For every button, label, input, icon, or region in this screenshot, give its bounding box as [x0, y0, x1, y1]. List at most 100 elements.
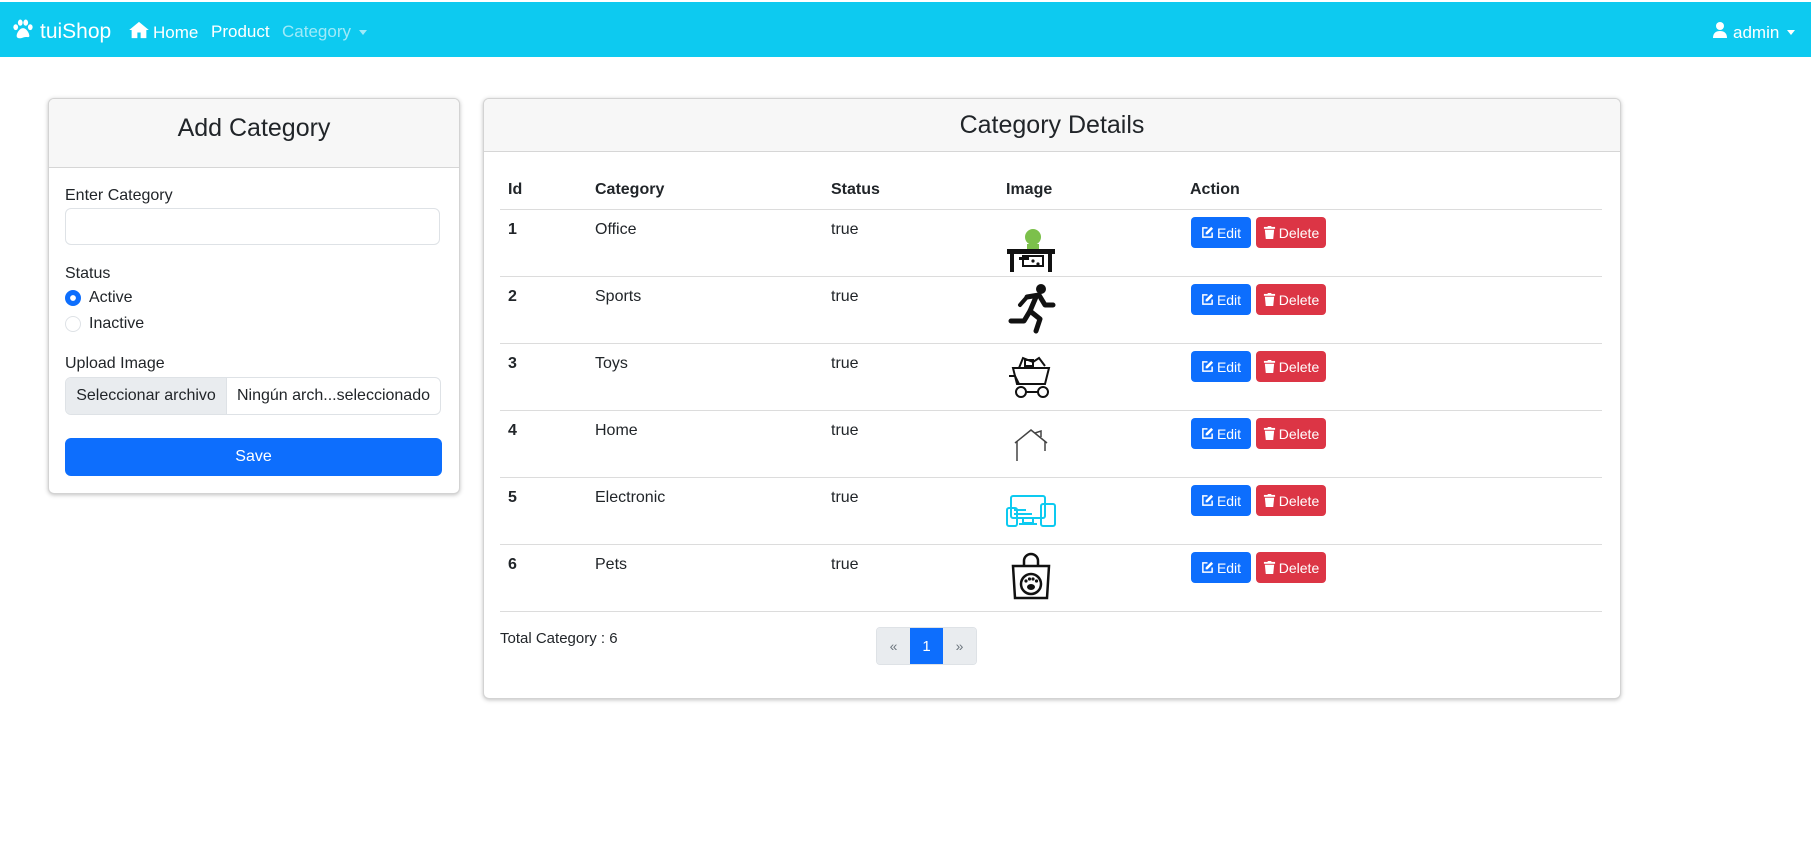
status-active-radio[interactable]: Active [65, 289, 133, 307]
delete-button[interactable]: Delete [1256, 284, 1326, 315]
row-id: 3 [508, 355, 517, 372]
status-inactive-label: Inactive [89, 315, 145, 332]
save-button[interactable]: Save [65, 438, 442, 476]
trash-icon [1263, 360, 1275, 373]
row-category: Office [595, 221, 637, 238]
column-header-image: Image [1006, 181, 1053, 198]
add-category-card: Add Category Enter Category Status Activ… [48, 98, 460, 494]
row-category: Pets [595, 556, 628, 573]
edit-label: Edit [1216, 291, 1242, 308]
row-id: 6 [508, 556, 517, 573]
edit-icon [1202, 427, 1214, 439]
row-divider [500, 343, 1602, 344]
brand-link[interactable]: tuiShop [12, 19, 111, 45]
image-file-input[interactable]: Seleccionar archivo Ningún arch...selecc… [65, 377, 441, 415]
running-person-icon [1005, 282, 1057, 334]
column-header-action: Action [1190, 181, 1240, 198]
edit-icon [1202, 494, 1214, 506]
delete-label: Delete [1278, 559, 1320, 576]
row-divider [500, 544, 1602, 545]
edit-button[interactable]: Edit [1191, 485, 1251, 516]
total-category-count: Total Category : 6 [500, 630, 618, 647]
category-details-title: Category Details [484, 99, 1620, 152]
pagination-prev[interactable]: « [877, 628, 910, 664]
column-header-category: Category [595, 181, 665, 198]
column-header-status: Status [831, 181, 880, 198]
category-label: Enter Category [65, 187, 173, 204]
edit-icon [1202, 293, 1214, 305]
brand-label: tuiShop [40, 20, 112, 43]
row-divider [500, 276, 1602, 277]
row-category: Electronic [595, 489, 666, 506]
office-desk-icon [1005, 227, 1057, 279]
pet-bag-icon [1005, 550, 1057, 602]
paw-icon [12, 19, 40, 45]
category-input[interactable] [65, 208, 440, 245]
row-category: Sports [595, 288, 642, 305]
trash-icon [1263, 293, 1275, 306]
user-label: admin [1733, 22, 1780, 42]
choose-file-button[interactable]: Seleccionar archivo [66, 378, 227, 414]
nav-category-label: Category [282, 22, 351, 41]
row-id: 1 [508, 221, 517, 238]
trash-icon [1263, 561, 1275, 574]
delete-button[interactable]: Delete [1256, 485, 1326, 516]
delete-label: Delete [1278, 224, 1320, 241]
trash-icon [1263, 226, 1275, 239]
pagination-page-current[interactable]: 1 [910, 628, 943, 664]
delete-button[interactable]: Delete [1256, 418, 1326, 449]
navbar: tuiShop Home Product Category admin [0, 2, 1811, 57]
row-status: true [831, 489, 859, 506]
row-status: true [831, 556, 859, 573]
delete-label: Delete [1278, 358, 1320, 375]
edit-button[interactable]: Edit [1191, 284, 1251, 315]
edit-icon [1202, 360, 1214, 372]
trash-icon [1263, 427, 1275, 440]
row-divider [500, 611, 1602, 612]
radio-unchecked-icon [65, 316, 81, 332]
row-status: true [831, 221, 859, 238]
row-status: true [831, 355, 859, 372]
house-outline-icon [1005, 417, 1057, 469]
row-status: true [831, 288, 859, 305]
edit-icon [1202, 561, 1214, 573]
row-status: true [831, 422, 859, 439]
delete-label: Delete [1278, 425, 1320, 442]
row-id: 4 [508, 422, 517, 439]
trash-icon [1263, 494, 1275, 507]
edit-icon [1202, 226, 1214, 238]
nav-home-link[interactable]: Home [129, 21, 198, 44]
edit-button[interactable]: Edit [1191, 351, 1251, 382]
delete-button[interactable]: Delete [1256, 552, 1326, 583]
pagination-next[interactable]: » [943, 628, 976, 664]
row-divider [500, 477, 1602, 478]
row-category: Home [595, 422, 638, 439]
nav-category-dropdown[interactable]: Category [282, 22, 367, 42]
radio-checked-icon [65, 290, 81, 306]
column-header-id: Id [508, 181, 523, 198]
upload-label: Upload Image [65, 355, 165, 372]
status-inactive-radio[interactable]: Inactive [65, 315, 144, 333]
user-icon [1713, 22, 1733, 43]
add-category-title: Add Category [49, 99, 459, 168]
pagination: « 1 » [876, 627, 977, 665]
chevron-down-icon [1787, 30, 1796, 35]
edit-label: Edit [1216, 559, 1242, 576]
edit-label: Edit [1216, 224, 1242, 241]
table-header-divider [500, 209, 1602, 210]
edit-button[interactable]: Edit [1191, 552, 1251, 583]
edit-button[interactable]: Edit [1191, 418, 1251, 449]
edit-button[interactable]: Edit [1191, 217, 1251, 248]
user-dropdown[interactable]: admin [1713, 22, 1796, 43]
delete-label: Delete [1278, 291, 1320, 308]
nav-product-link[interactable]: Product [211, 22, 270, 42]
edit-label: Edit [1216, 492, 1242, 509]
status-label: Status [65, 265, 111, 282]
row-id: 5 [508, 489, 517, 506]
delete-button[interactable]: Delete [1256, 351, 1326, 382]
chevron-down-icon [358, 29, 367, 35]
toy-cart-icon [1005, 350, 1057, 402]
delete-label: Delete [1278, 492, 1320, 509]
delete-button[interactable]: Delete [1256, 217, 1326, 248]
house-icon [129, 21, 153, 44]
